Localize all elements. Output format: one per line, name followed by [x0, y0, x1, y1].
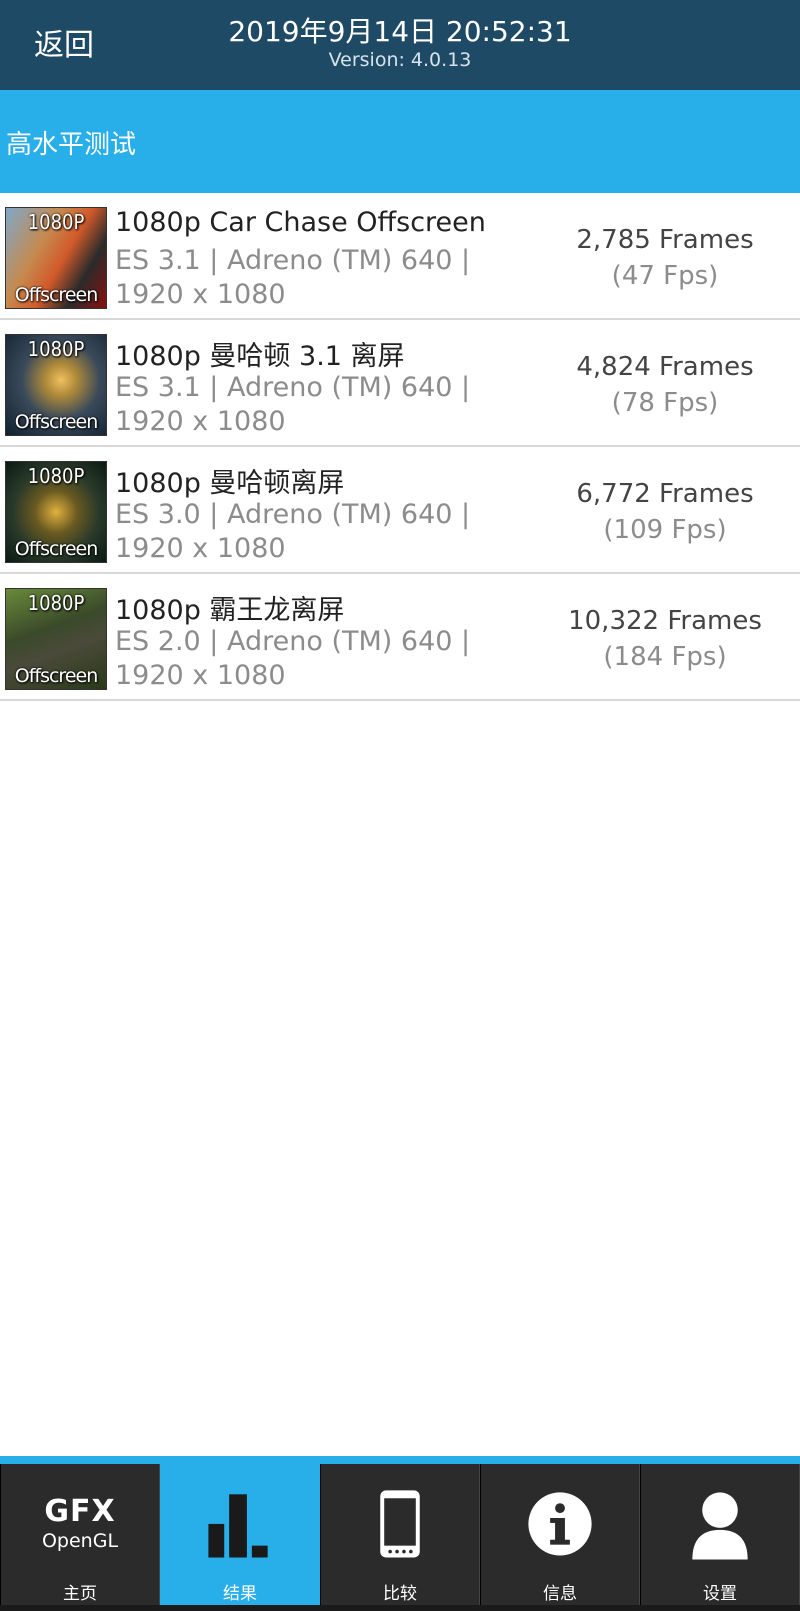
- result-row-manhattan[interactable]: 1080P Offscreen 1080p 曼哈顿离屏 ES 3.0 | Adr…: [0, 447, 800, 574]
- frames-value: 4,824 Frames: [576, 352, 754, 382]
- thumb-offscreen-label: Offscreen: [14, 665, 99, 687]
- test-title: 1080p 曼哈顿 3.1 离屏: [115, 341, 405, 372]
- fps-value: (47 Fps): [611, 261, 719, 291]
- tab-label: 结果: [223, 1584, 257, 1604]
- bar-chart-icon: [208, 1494, 268, 1558]
- thumb-resolution-label: 1080P: [27, 464, 85, 488]
- test-title: 1080p 霸王龙离屏: [115, 595, 345, 626]
- fps-value: (184 Fps): [603, 642, 727, 672]
- results-list: 1080P Offscreen 1080p Car Chase Offscree…: [0, 193, 800, 701]
- system-nav-strip: [0, 1605, 800, 1611]
- manhattan-31-thumbnail: 1080P Offscreen: [5, 334, 107, 436]
- tab-home[interactable]: GFX OpenGL 主页: [0, 1464, 160, 1611]
- opengl-logo-text: OpenGL: [41, 1530, 119, 1552]
- thumb-resolution-label: 1080P: [27, 337, 85, 361]
- result-row-car-chase[interactable]: 1080P Offscreen 1080p Car Chase Offscree…: [0, 193, 800, 320]
- manhattan-thumbnail: 1080P Offscreen: [5, 461, 107, 563]
- test-title: 1080p Car Chase Offscreen: [115, 207, 486, 238]
- page-title: 2019年9月14日 20:52:31: [228, 15, 572, 48]
- section-header: 高水平测试: [0, 90, 800, 193]
- frames-value: 10,322 Frames: [568, 606, 762, 636]
- gfx-logo-icon: GFX OpenGL: [1, 1464, 159, 1574]
- tab-results[interactable]: 结果: [160, 1464, 320, 1611]
- frames-value: 2,785 Frames: [576, 225, 754, 255]
- thumb-offscreen-label: Offscreen: [14, 538, 99, 560]
- test-resolution: 1920 x 1080: [115, 533, 286, 564]
- result-row-manhattan-31[interactable]: 1080P Offscreen 1080p 曼哈顿 3.1 离屏 ES 3.1 …: [0, 320, 800, 447]
- user-icon: [692, 1492, 748, 1560]
- test-resolution: 1920 x 1080: [115, 279, 286, 310]
- thumb-resolution-label: 1080P: [27, 591, 85, 615]
- fps-value: (109 Fps): [603, 515, 727, 545]
- test-api-info: ES 3.1 | Adreno (TM) 640 |: [115, 245, 471, 276]
- header-bar: 返回 2019年9月14日 20:52:31 Version: 4.0.13: [0, 0, 800, 90]
- phone-icon: [380, 1490, 420, 1558]
- bottom-tab-bar: GFX OpenGL 主页 结果 比较 信息 设置: [0, 1456, 800, 1611]
- tab-settings[interactable]: 设置: [640, 1464, 800, 1611]
- car-chase-thumbnail: 1080P Offscreen: [5, 207, 107, 309]
- gfx-logo-text: GFX: [44, 1494, 116, 1529]
- info-icon: [528, 1492, 592, 1556]
- tab-label: 设置: [703, 1584, 737, 1604]
- test-resolution: 1920 x 1080: [115, 660, 286, 691]
- test-api-info: ES 3.0 | Adreno (TM) 640 |: [115, 499, 471, 530]
- tab-label: 信息: [543, 1584, 577, 1604]
- tab-label: 主页: [63, 1584, 97, 1604]
- thumb-offscreen-label: Offscreen: [14, 284, 99, 306]
- test-resolution: 1920 x 1080: [115, 406, 286, 437]
- tab-info[interactable]: 信息: [480, 1464, 640, 1611]
- section-title: 高水平测试: [6, 130, 137, 160]
- tab-label: 比较: [383, 1584, 417, 1604]
- fps-value: (78 Fps): [611, 388, 719, 418]
- test-title: 1080p 曼哈顿离屏: [115, 468, 345, 499]
- frames-value: 6,772 Frames: [576, 479, 754, 509]
- test-api-info: ES 3.1 | Adreno (TM) 640 |: [115, 372, 471, 403]
- thumb-resolution-label: 1080P: [27, 210, 85, 234]
- thumb-offscreen-label: Offscreen: [14, 411, 99, 433]
- t-rex-thumbnail: 1080P Offscreen: [5, 588, 107, 690]
- result-row-t-rex[interactable]: 1080P Offscreen 1080p 霸王龙离屏 ES 2.0 | Adr…: [0, 574, 800, 701]
- tab-compare[interactable]: 比较: [320, 1464, 480, 1611]
- version-label: Version: 4.0.13: [328, 49, 472, 71]
- test-api-info: ES 2.0 | Adreno (TM) 640 |: [115, 626, 471, 657]
